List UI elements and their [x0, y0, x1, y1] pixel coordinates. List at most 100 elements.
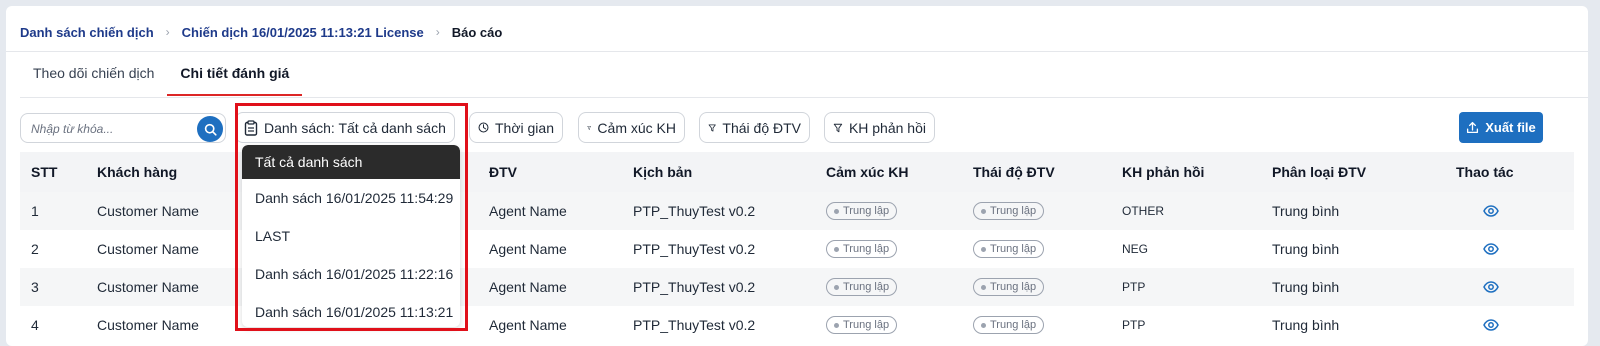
attitude-filter-label: Thái độ ĐTV — [722, 119, 801, 136]
attitude-filter-button[interactable]: Thái độ ĐTV — [699, 112, 810, 143]
chevron-right-icon: › — [435, 25, 440, 39]
cell-stt: 2 — [31, 241, 39, 257]
emotion-badge: Trung lập — [826, 202, 898, 220]
attitude-badge-label: Trung lập — [990, 205, 1037, 217]
time-filter-label: Thời gian — [495, 119, 554, 136]
view-button[interactable] — [1483, 268, 1499, 306]
header-stt: STT — [31, 164, 58, 180]
tab-evaluation-detail[interactable]: Chi tiết đánh giá — [167, 64, 303, 96]
dropdown-option[interactable]: LAST — [242, 217, 460, 255]
attitude-badge-label: Trung lập — [990, 319, 1037, 331]
cell-feedback: PTP — [1122, 280, 1146, 294]
breadcrumb: Danh sách chiến dịch › Chiến dịch 16/01/… — [20, 22, 502, 42]
cell-feedback: OTHER — [1122, 204, 1164, 218]
tabs-divider — [20, 97, 1588, 98]
cell-stt: 3 — [31, 279, 39, 295]
cell-feedback: NEG — [1122, 242, 1149, 256]
breadcrumb-current: Báo cáo — [451, 24, 503, 40]
breadcrumb-campaign[interactable]: Chiến dịch 16/01/2025 11:13:21 License — [182, 25, 424, 40]
cell-emotion: Trung lập — [826, 230, 898, 268]
report-card: Danh sách chiến dịch › Chiến dịch 16/01/… — [6, 6, 1588, 346]
dropdown-option[interactable]: Danh sách 16/01/2025 11:54:29 — [242, 179, 460, 217]
list-filter-dropdown: Tất cả danh sách Danh sách 16/01/2025 11… — [242, 145, 460, 327]
cell-customer: Customer Name — [97, 203, 199, 219]
export-file-label: Xuất file — [1485, 120, 1536, 135]
chevron-right-icon: › — [165, 25, 170, 39]
attitude-badge: Trung lập — [973, 240, 1045, 258]
tab-bar: Theo dõi chiến dịch Chi tiết đánh giá — [20, 64, 303, 96]
cell-emotion: Trung lập — [826, 306, 898, 344]
dropdown-option[interactable]: Tất cả danh sách — [242, 145, 460, 179]
list-filter-label: Danh sách: Tất cả danh sách — [264, 119, 446, 136]
cell-feedback: PTP — [1122, 318, 1146, 332]
attitude-badge: Trung lập — [973, 316, 1045, 334]
emotion-filter-button[interactable]: Cảm xúc KH — [578, 112, 685, 143]
attitude-badge-label: Trung lập — [990, 281, 1037, 293]
feedback-filter-button[interactable]: KH phản hồi — [824, 112, 935, 143]
header-classification: Phân loại ĐTV — [1272, 164, 1367, 180]
emotion-badge-label: Trung lập — [843, 205, 890, 217]
search-icon — [204, 123, 217, 136]
header-divider — [6, 51, 1588, 52]
eye-icon — [1483, 319, 1499, 331]
cell-agent: Agent Name — [489, 241, 567, 257]
cell-emotion: Trung lập — [826, 268, 898, 306]
clock-icon — [478, 122, 489, 133]
eye-icon — [1483, 205, 1499, 217]
cell-script: PTP_ThuyTest v0.2 — [633, 317, 756, 333]
emotion-badge: Trung lập — [826, 316, 898, 334]
cell-agent: Agent Name — [489, 317, 567, 333]
cell-customer: Customer Name — [97, 279, 199, 295]
cell-agent: Agent Name — [489, 279, 567, 295]
status-dot — [834, 246, 839, 252]
emotion-badge-label: Trung lập — [843, 243, 890, 255]
header-customer: Khách hàng — [97, 164, 178, 180]
cell-emotion: Trung lập — [826, 192, 898, 230]
search-input[interactable] — [29, 121, 193, 137]
status-dot — [981, 284, 986, 290]
cell-classification: Trung bình — [1272, 279, 1340, 295]
dropdown-option[interactable]: Danh sách 16/01/2025 11:22:16 — [242, 255, 460, 293]
view-button[interactable] — [1483, 230, 1499, 268]
cell-classification: Trung bình — [1272, 203, 1340, 219]
emotion-badge-label: Trung lập — [843, 281, 890, 293]
cell-attitude: Trung lập — [973, 230, 1045, 268]
eye-icon — [1483, 281, 1499, 293]
cell-script: PTP_ThuyTest v0.2 — [633, 203, 756, 219]
status-dot — [981, 208, 986, 214]
emotion-badge-label: Trung lập — [843, 319, 890, 331]
list-filter-button[interactable]: Danh sách: Tất cả danh sách — [235, 112, 455, 143]
view-button[interactable] — [1483, 192, 1499, 230]
search-button[interactable] — [197, 116, 223, 142]
emotion-filter-label: Cảm xúc KH — [597, 119, 676, 136]
breadcrumb-campaign-list[interactable]: Danh sách chiến dịch — [20, 25, 154, 40]
cell-attitude: Trung lập — [973, 192, 1045, 230]
search-box — [20, 113, 226, 143]
attitude-badge-label: Trung lập — [990, 243, 1037, 255]
header-agent: ĐTV — [489, 164, 517, 180]
cell-attitude: Trung lập — [973, 268, 1045, 306]
feedback-filter-label: KH phản hồi — [848, 119, 926, 136]
eye-icon — [1483, 243, 1499, 255]
view-button[interactable] — [1483, 306, 1499, 344]
cell-customer: Customer Name — [97, 317, 199, 333]
cell-script: PTP_ThuyTest v0.2 — [633, 279, 756, 295]
cell-classification: Trung bình — [1272, 241, 1340, 257]
status-dot — [981, 246, 986, 252]
status-dot — [834, 208, 839, 214]
status-dot — [834, 322, 839, 328]
cell-script: PTP_ThuyTest v0.2 — [633, 241, 756, 257]
cell-stt: 4 — [31, 317, 39, 333]
header-emotion: Cảm xúc KH — [826, 164, 909, 180]
cell-agent: Agent Name — [489, 203, 567, 219]
export-file-button[interactable]: Xuất file — [1459, 112, 1543, 143]
dropdown-option[interactable]: Danh sách 16/01/2025 11:13:21 — [242, 293, 460, 327]
tab-campaign-tracking[interactable]: Theo dõi chiến dịch — [20, 64, 167, 96]
cell-attitude: Trung lập — [973, 306, 1045, 344]
emotion-badge: Trung lập — [826, 278, 898, 296]
time-filter-button[interactable]: Thời gian — [469, 112, 563, 143]
filter-funnel-icon — [833, 123, 843, 132]
cell-customer: Customer Name — [97, 241, 199, 257]
cell-stt: 1 — [31, 203, 39, 219]
attitude-badge: Trung lập — [973, 278, 1045, 296]
